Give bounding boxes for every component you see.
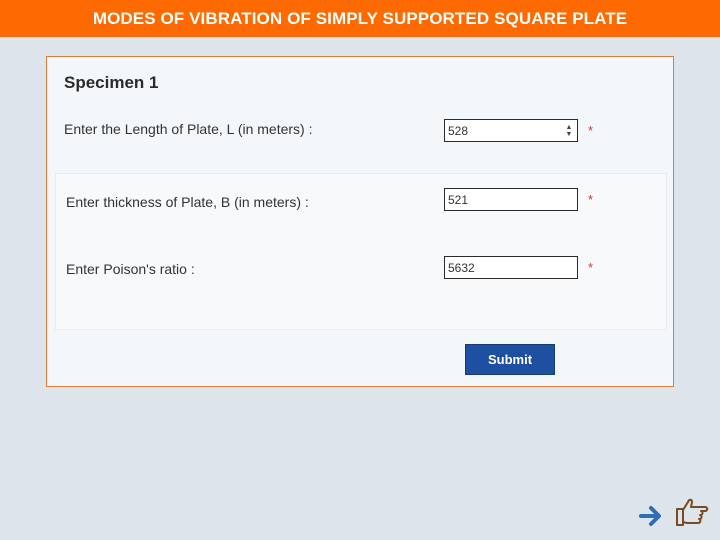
poisson-ratio-value: 5632 (448, 260, 475, 275)
required-marker: * (588, 192, 594, 207)
page-title-bar: MODES OF VIBRATION OF SIMPLY SUPPORTED S… (0, 0, 720, 37)
length-value: 528 (448, 123, 469, 138)
required-marker: * (588, 260, 594, 275)
page-title: MODES OF VIBRATION OF SIMPLY SUPPORTED S… (92, 8, 628, 28)
poisson-ratio-label: Enter Poison's ratio : (66, 261, 195, 277)
hand-pointer-icon[interactable] (674, 496, 710, 528)
spinner-up-icon[interactable]: ▲ (566, 124, 573, 131)
number-spinner[interactable]: ▲ ▼ (564, 123, 574, 138)
submit-button[interactable]: Submit (465, 344, 555, 375)
length-input[interactable]: 528 ▲ ▼ (444, 119, 578, 142)
spinner-down-icon[interactable]: ▼ (566, 131, 573, 138)
poisson-ratio-input[interactable]: 5632 (444, 256, 578, 279)
required-marker: * (588, 123, 594, 138)
specimen-title: Specimen 1 (64, 73, 159, 92)
thickness-input[interactable]: 521 (444, 188, 578, 211)
specimen-form-panel: Specimen 1 Enter the Length of Plate, L … (46, 56, 674, 387)
arrow-right-icon[interactable] (638, 503, 664, 529)
thickness-label: Enter thickness of Plate, B (in meters) … (66, 194, 309, 210)
length-label: Enter the Length of Plate, L (in meters)… (64, 121, 313, 137)
thickness-value: 521 (448, 192, 469, 207)
